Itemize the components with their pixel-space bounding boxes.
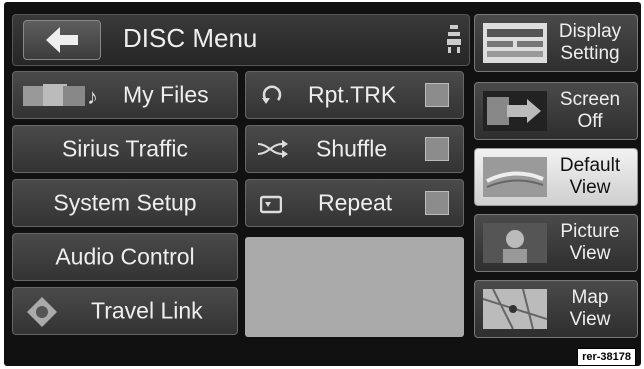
repeat-toggle[interactable]: Repeat [245, 179, 464, 227]
empty-panel [245, 237, 464, 337]
repeat-track-icon [262, 85, 282, 104]
my-files-button[interactable]: ♪ My Files [12, 71, 238, 119]
screen-off-thumbnail [483, 91, 547, 131]
display-setting-thumbnail [483, 23, 547, 63]
back-button[interactable] [23, 20, 101, 60]
picture-view-label: Picture View [560, 221, 620, 264]
repeat-icon [260, 195, 282, 214]
default-view-label: Default View [559, 155, 621, 198]
map-view-thumbnail [483, 289, 547, 329]
display-setting-button[interactable]: Display Setting [474, 14, 638, 72]
travel-link-button[interactable]: Travel Link [12, 287, 238, 335]
my-files-label: My Files [123, 81, 209, 108]
reference-tag: rer-38178 [577, 348, 636, 366]
shuffle-label: Shuffle [316, 135, 388, 162]
screen-off-button[interactable]: Screen Off [474, 82, 638, 140]
picture-view-button[interactable]: Picture View [474, 214, 638, 272]
travel-link-label: Travel Link [91, 297, 203, 324]
default-view-button[interactable]: Default View [474, 148, 638, 206]
back-arrow-icon [46, 27, 78, 53]
repeat-label: Repeat [318, 189, 393, 216]
shuffle-checkbox[interactable] [425, 137, 449, 161]
system-setup-button[interactable]: System Setup [12, 179, 238, 227]
disc-source-icon [447, 25, 461, 53]
repeat-track-label: Rpt.TRK [308, 81, 397, 108]
shuffle-toggle[interactable]: Shuffle [245, 125, 464, 173]
audio-control-label: Audio Control [55, 243, 195, 270]
audio-control-button[interactable]: Audio Control [12, 233, 238, 281]
my-files-icon: ♪ [23, 84, 98, 109]
picture-view-thumbnail [483, 223, 547, 263]
screen-off-label: Screen Off [559, 89, 621, 132]
header-bar: DISC Menu [12, 14, 470, 66]
travel-link-icon [27, 297, 57, 327]
page-title: DISC Menu [123, 23, 258, 53]
svg-text:♪: ♪ [87, 84, 98, 109]
sirius-traffic-button[interactable]: Sirius Traffic [12, 125, 238, 173]
default-view-thumbnail [483, 157, 547, 197]
map-view-label: Map View [569, 287, 611, 330]
system-setup-label: System Setup [53, 189, 197, 216]
display-setting-label: Display Setting [558, 21, 622, 64]
map-view-button[interactable]: Map View [474, 280, 638, 338]
head-unit-screen: DISC Menu ♪ My Files Sirius Traffic Syst… [4, 2, 641, 366]
repeat-track-toggle[interactable]: Rpt.TRK [245, 71, 464, 119]
shuffle-icon [258, 140, 288, 158]
repeat-checkbox[interactable] [425, 191, 449, 215]
repeat-track-checkbox[interactable] [425, 83, 449, 107]
sirius-traffic-label: Sirius Traffic [61, 135, 189, 162]
